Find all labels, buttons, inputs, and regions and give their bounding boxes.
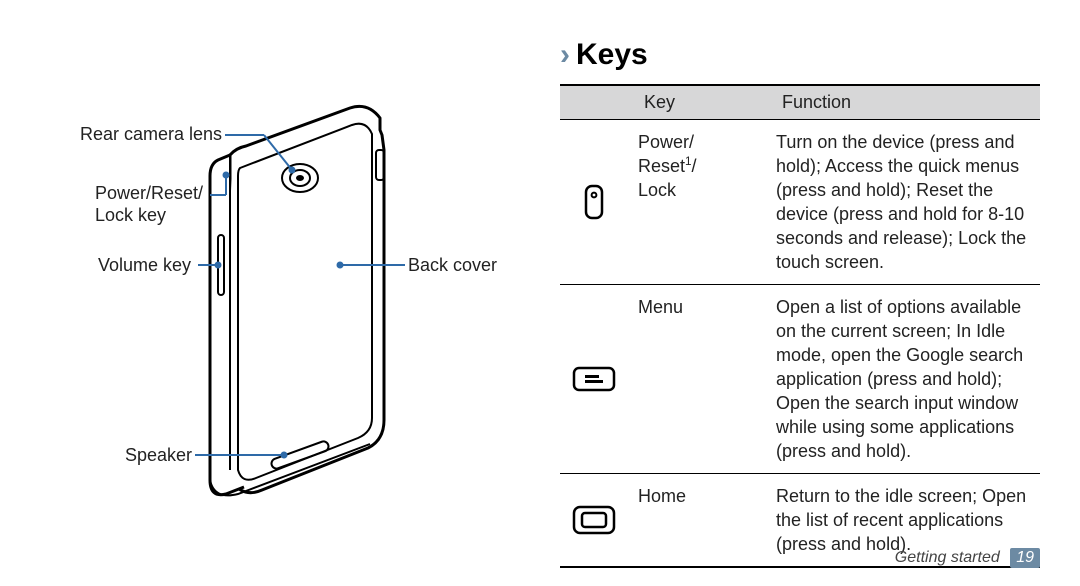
section-title: Keys bbox=[576, 40, 648, 70]
label-back-cover: Back cover bbox=[408, 254, 497, 276]
key-name: Menu bbox=[628, 285, 766, 473]
keys-table: Key Function Power/Reset1/Lock Turn on t… bbox=[560, 84, 1040, 568]
table-header-row: Key Function bbox=[560, 86, 1040, 120]
key-function: Turn on the device (press and hold); Acc… bbox=[766, 120, 1040, 284]
key-name: Home bbox=[628, 474, 766, 566]
label-volume-key: Volume key bbox=[98, 254, 191, 276]
table-row: Power/Reset1/Lock Turn on the device (pr… bbox=[560, 120, 1040, 285]
table-header-key: Key bbox=[634, 86, 772, 119]
section-heading-keys: › Keys bbox=[560, 40, 1040, 70]
label-rear-camera-lens: Rear camera lens bbox=[80, 123, 222, 145]
home-key-icon bbox=[572, 505, 616, 535]
footer-section: Getting started bbox=[895, 549, 1000, 566]
menu-key-icon bbox=[572, 366, 616, 392]
device-rear-diagram: .st { fill:#fff; stroke:#000; stroke-wid… bbox=[0, 0, 540, 586]
table-header-function: Function bbox=[772, 86, 1040, 119]
key-function: Open a list of options available on the … bbox=[766, 285, 1040, 473]
label-speaker: Speaker bbox=[125, 444, 192, 466]
chevron-right-icon: › bbox=[560, 40, 570, 70]
key-name: Power/Reset1/Lock bbox=[628, 120, 766, 284]
table-row: Menu Open a list of options available on… bbox=[560, 285, 1040, 474]
power-key-icon bbox=[583, 184, 605, 220]
footer-page-number: 19 bbox=[1010, 548, 1040, 568]
label-power-reset-lock-key: Power/Reset/ Lock key bbox=[95, 182, 203, 226]
page-footer: Getting started 19 bbox=[895, 548, 1040, 568]
